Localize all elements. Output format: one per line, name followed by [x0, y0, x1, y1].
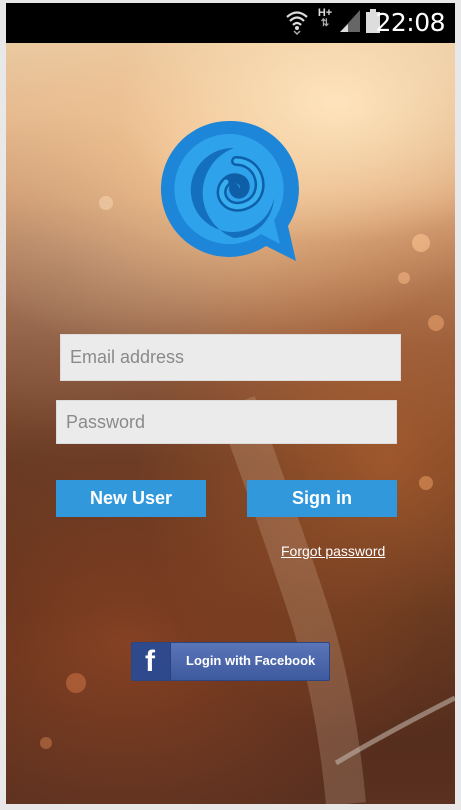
sign-in-button[interactable]: Sign in [247, 480, 397, 517]
forgot-password-link[interactable]: Forgot password [281, 543, 385, 559]
password-input[interactable] [56, 400, 397, 444]
facebook-login-button[interactable]: f Login with Facebook [131, 642, 330, 681]
phone-screen: H+ ⇅ 22:08 New User Sign in [6, 3, 455, 804]
h-plus-network-icon: H+ ⇅ [317, 7, 333, 29]
email-input[interactable] [60, 334, 401, 381]
status-time: 22:08 [375, 8, 445, 37]
facebook-login-label: Login with Facebook [186, 653, 316, 668]
status-bar: H+ ⇅ 22:08 [6, 3, 455, 43]
facebook-icon: f [132, 643, 171, 680]
new-user-button[interactable]: New User [56, 480, 206, 517]
wifi-icon [286, 11, 308, 35]
signal-icon [340, 10, 360, 32]
app-logo-icon [160, 120, 299, 261]
